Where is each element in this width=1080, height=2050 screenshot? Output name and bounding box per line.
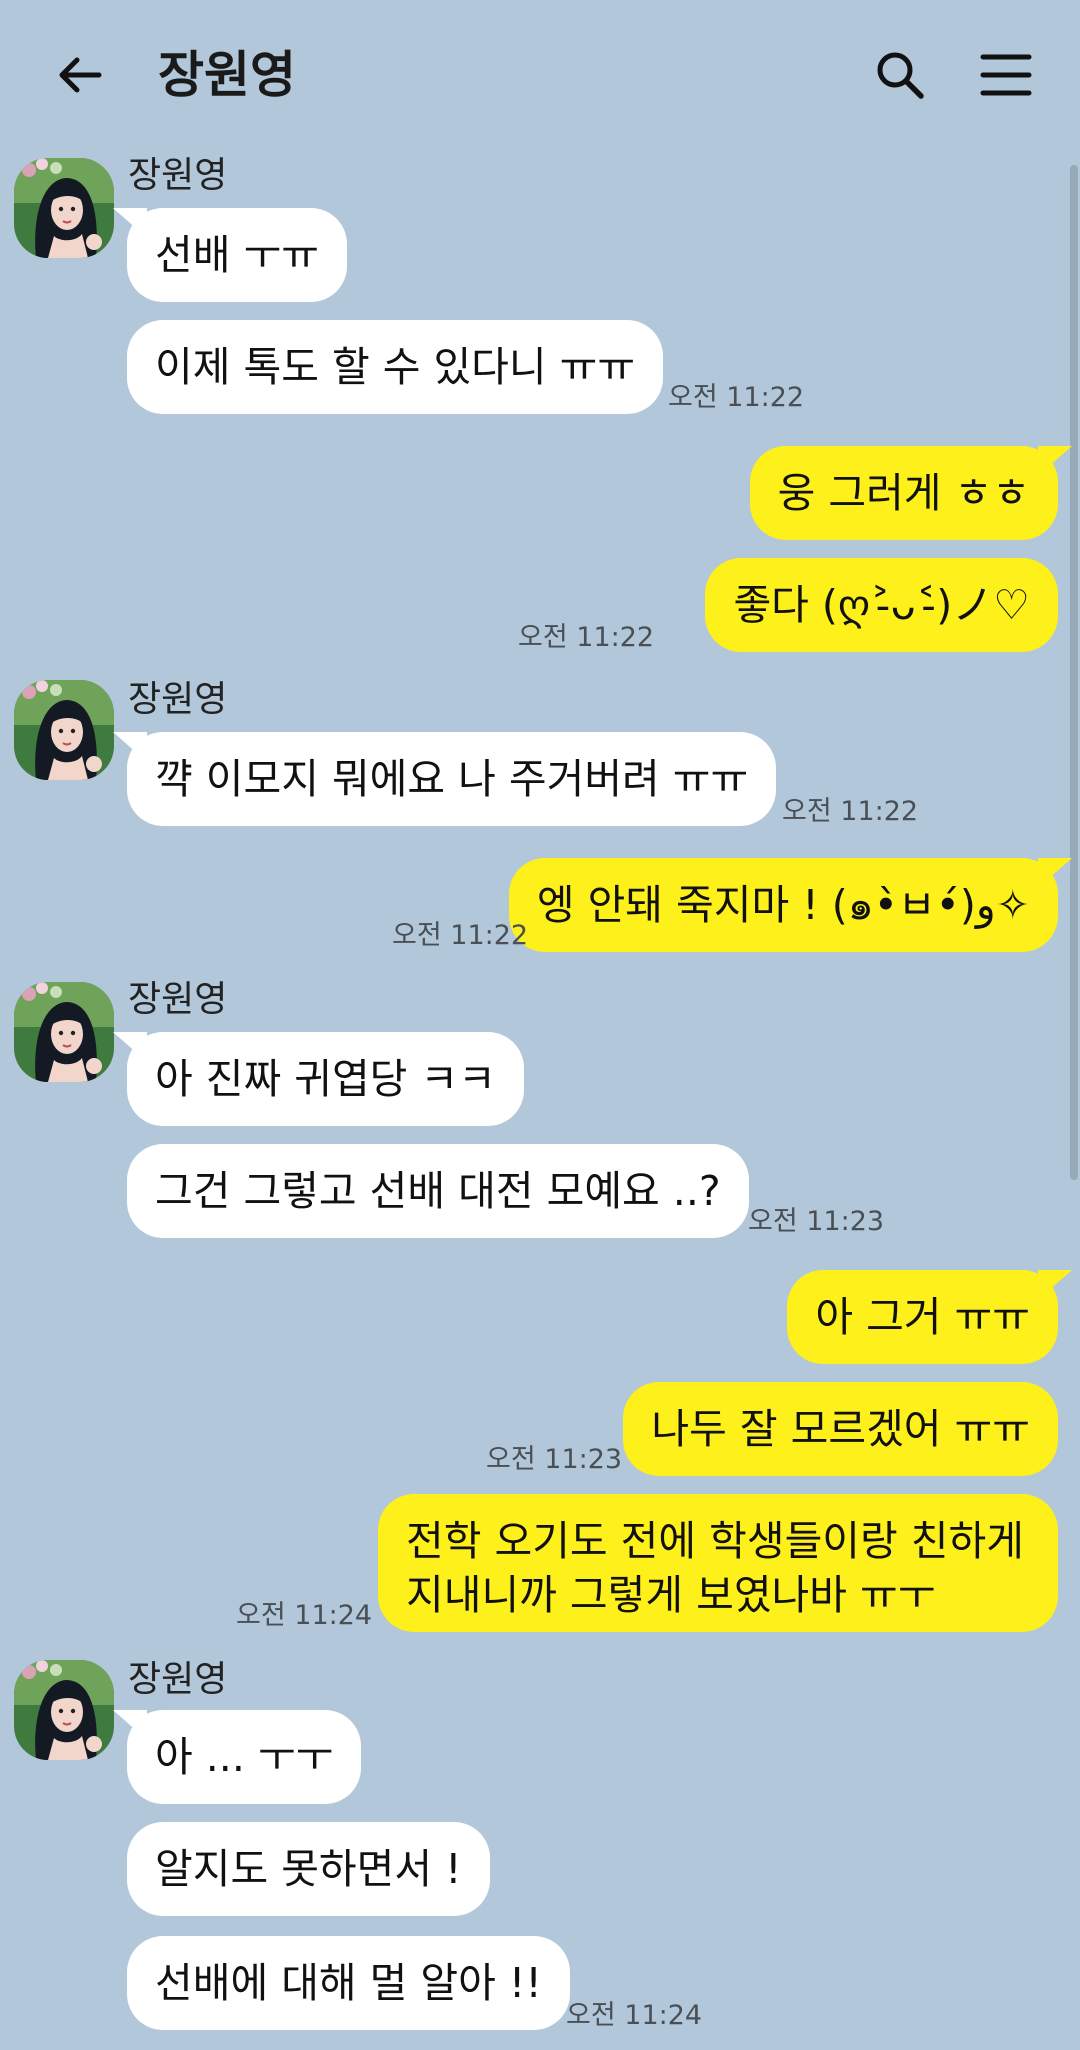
message-text: 좋다 (ღ˃̵ᴗ˂̵)ノ♡ bbox=[733, 581, 1030, 629]
message-bubble-incoming[interactable]: 아 ... ㅜㅜ bbox=[113, 1710, 362, 1804]
message-bubble-incoming[interactable]: 이제 톡도 할 수 있다니 ㅠㅠ bbox=[127, 320, 664, 414]
bubble-tail bbox=[113, 208, 147, 238]
message-time: 오전 11:24 bbox=[236, 1600, 373, 1631]
message-text: 꺅 이모지 뭐에요 나 주거버려 ㅠㅠ bbox=[155, 755, 749, 803]
profile-photo bbox=[14, 680, 114, 780]
bubble-tail bbox=[113, 732, 147, 762]
sender-name: 장원영 bbox=[128, 155, 228, 196]
bubble-tail bbox=[1038, 858, 1072, 888]
chat-title: 장원영 bbox=[158, 46, 296, 104]
bubble-tail bbox=[113, 1710, 147, 1740]
avatar[interactable] bbox=[14, 158, 114, 258]
message-time: 오전 11:23 bbox=[748, 1206, 885, 1237]
back-button[interactable] bbox=[40, 35, 120, 115]
arrow-left-icon bbox=[59, 57, 102, 93]
message-time: 오전 11:22 bbox=[668, 382, 805, 413]
message-text: 아 ... ㅜㅜ bbox=[155, 1733, 334, 1781]
message-time: 오전 11:24 bbox=[566, 2000, 703, 2031]
message-bubble-outgoing[interactable]: 아 그거 ㅠㅠ bbox=[787, 1270, 1072, 1364]
profile-photo bbox=[14, 158, 114, 258]
bubble-tail bbox=[1038, 446, 1072, 476]
message-text: 이제 톡도 할 수 있다니 ㅠㅠ bbox=[155, 343, 636, 391]
message-text: 엥 안돼 죽지마 ! (๑•̀ㅂ•́)و✧ bbox=[536, 881, 1030, 929]
profile-photo bbox=[14, 982, 114, 1082]
message-time: 오전 11:22 bbox=[392, 920, 529, 951]
message-bubble-outgoing[interactable]: 나두 잘 모르겠어 ㅠㅠ bbox=[623, 1382, 1058, 1476]
message-time: 오전 11:23 bbox=[486, 1444, 623, 1475]
sender-name: 장원영 bbox=[128, 979, 228, 1020]
bubble-tail bbox=[1038, 1270, 1072, 1300]
avatar[interactable] bbox=[14, 982, 114, 1082]
message-text: 아 진짜 귀엽당 ㅋㅋ bbox=[155, 1055, 496, 1103]
message-text: 그건 그렇고 선배 대전 모예요 ..? bbox=[155, 1167, 721, 1215]
search-icon bbox=[877, 52, 924, 99]
chat-header: 장원영 bbox=[0, 0, 1080, 150]
message-bubble-incoming[interactable]: 꺅 이모지 뭐에요 나 주거버려 ㅠㅠ bbox=[113, 732, 777, 826]
message-text: 나두 잘 모르겠어 ㅠㅠ bbox=[651, 1405, 1030, 1453]
message-time: 오전 11:22 bbox=[518, 622, 655, 653]
bubble-tail bbox=[113, 1032, 147, 1062]
message-bubble-incoming[interactable]: 아 진짜 귀엽당 ㅋㅋ bbox=[113, 1032, 524, 1126]
hamburger-menu-icon bbox=[980, 54, 1032, 96]
profile-photo bbox=[14, 1660, 114, 1760]
message-bubble-incoming[interactable]: 선배 ㅜㅠ bbox=[113, 208, 347, 302]
scrollbar[interactable] bbox=[1070, 165, 1078, 1180]
message-text: 웅 그러게 ㅎㅎ bbox=[777, 469, 1030, 517]
sender-name: 장원영 bbox=[128, 679, 228, 720]
message-text: 전학 오기도 전에 학생들이랑 친하게 지내니까 그렇게 보였나바 ㅠㅜ bbox=[406, 1517, 1024, 1619]
message-bubble-incoming[interactable]: 그건 그렇고 선배 대전 모예요 ..? bbox=[127, 1144, 749, 1238]
message-bubble-outgoing[interactable]: 웅 그러게 ㅎㅎ bbox=[749, 446, 1072, 540]
message-bubble-outgoing[interactable]: 좋다 (ღ˃̵ᴗ˂̵)ノ♡ bbox=[705, 558, 1058, 652]
message-text: 선배 ㅜㅠ bbox=[155, 231, 319, 279]
message-text: 아 그거 ㅠㅠ bbox=[815, 1293, 1030, 1341]
message-bubble-incoming[interactable]: 선배에 대해 멀 알아 !! bbox=[127, 1936, 570, 2030]
sender-name: 장원영 bbox=[128, 1659, 228, 1700]
message-bubble-outgoing[interactable]: 전학 오기도 전에 학생들이랑 친하게 지내니까 그렇게 보였나바 ㅠㅜ bbox=[378, 1494, 1058, 1632]
message-text: 알지도 못하면서 ! bbox=[155, 1845, 462, 1893]
avatar[interactable] bbox=[14, 1660, 114, 1760]
message-bubble-outgoing[interactable]: 엥 안돼 죽지마 ! (๑•̀ㅂ•́)و✧ bbox=[508, 858, 1072, 952]
avatar[interactable] bbox=[14, 680, 114, 780]
message-text: 선배에 대해 멀 알아 !! bbox=[155, 1959, 542, 2007]
search-button[interactable] bbox=[860, 35, 940, 115]
menu-button[interactable] bbox=[966, 35, 1046, 115]
message-bubble-incoming[interactable]: 알지도 못하면서 ! bbox=[127, 1822, 490, 1916]
message-time: 오전 11:22 bbox=[782, 796, 919, 827]
